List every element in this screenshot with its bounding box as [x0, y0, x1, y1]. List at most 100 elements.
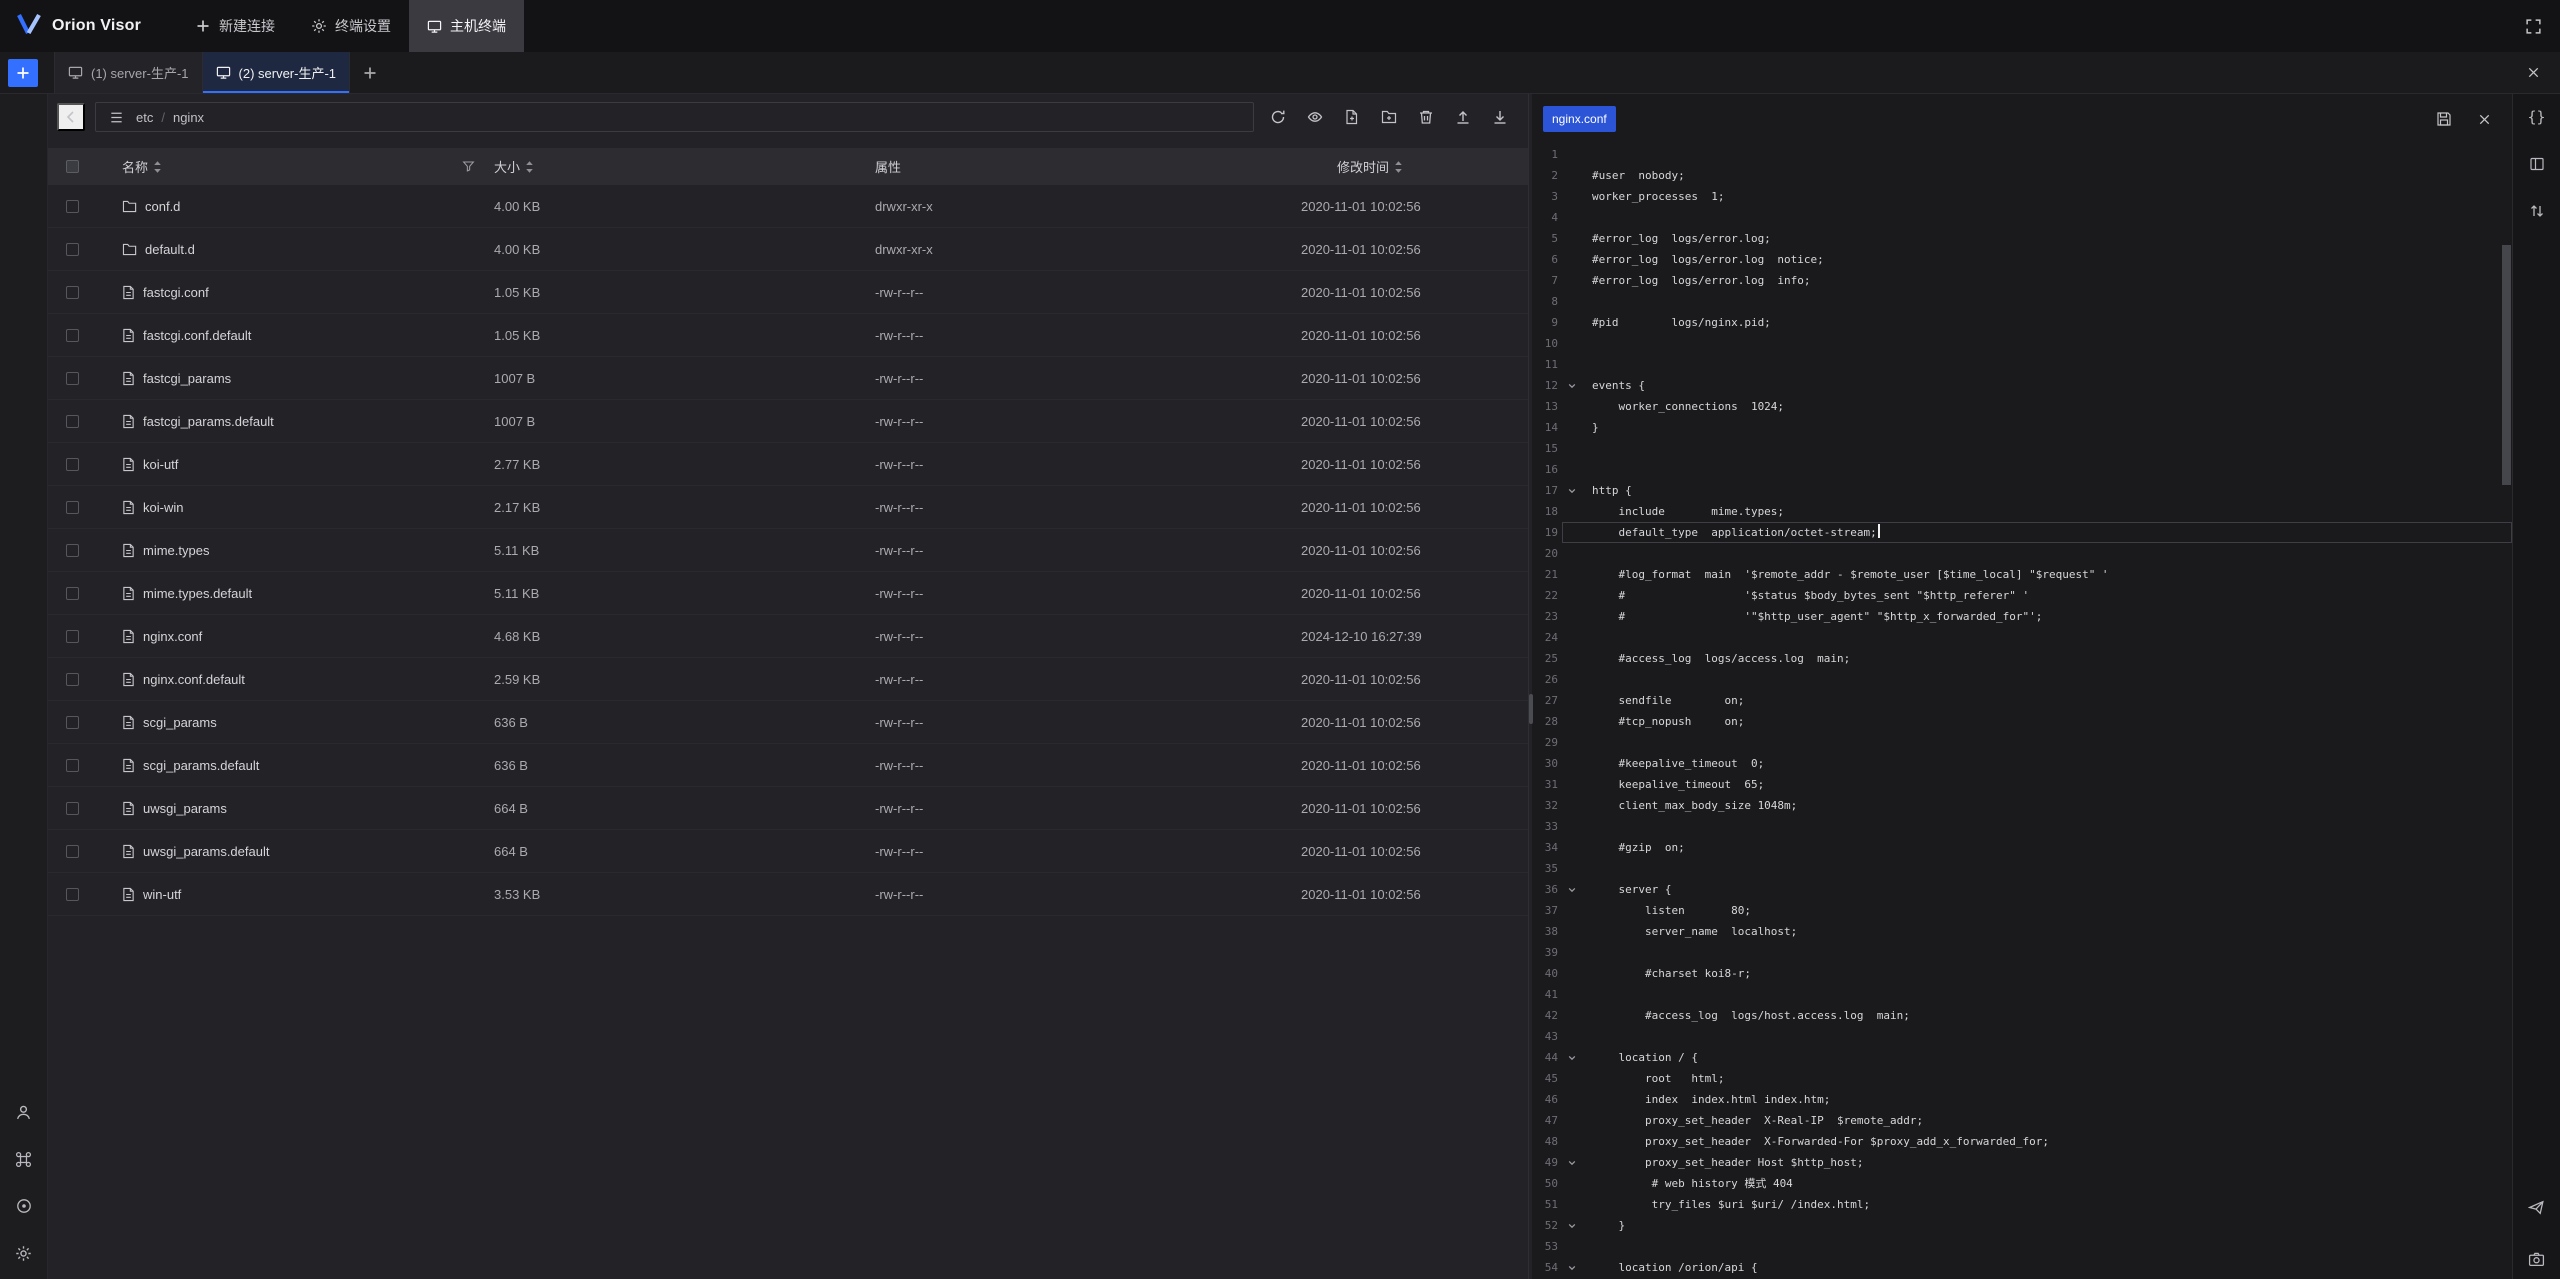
upload-icon[interactable] [1449, 103, 1477, 131]
file-name[interactable]: default.d [145, 242, 195, 257]
sort-carets-icon[interactable] [1394, 160, 1403, 174]
sort-carets-icon[interactable] [525, 160, 534, 174]
row-checkbox[interactable] [66, 458, 79, 471]
column-header-mtime[interactable]: 修改时间 [1301, 148, 1528, 185]
file-name[interactable]: uwsgi_params.default [143, 844, 269, 859]
path-crumb[interactable]: etc [136, 110, 153, 125]
layout-icon[interactable] [2522, 149, 2552, 179]
file-row[interactable]: uwsgi_params664 B-rw-r--r--2020-11-01 10… [48, 787, 1528, 830]
file-name[interactable]: nginx.conf.default [143, 672, 245, 687]
row-checkbox[interactable] [66, 888, 79, 901]
fold-chevron-icon[interactable] [1562, 1047, 1582, 1068]
back-icon[interactable] [57, 103, 85, 131]
download-icon[interactable] [1486, 103, 1514, 131]
row-checkbox[interactable] [66, 329, 79, 342]
path-bar[interactable]: etc/nginx [95, 102, 1254, 132]
row-checkbox[interactable] [66, 673, 79, 686]
file-name[interactable]: nginx.conf [143, 629, 202, 644]
row-checkbox[interactable] [66, 630, 79, 643]
row-checkbox[interactable] [66, 200, 79, 213]
file-row[interactable]: koi-win2.17 KB-rw-r--r--2020-11-01 10:02… [48, 486, 1528, 529]
list-view-icon[interactable] [106, 107, 126, 127]
file-row[interactable]: nginx.conf4.68 KB-rw-r--r--2024-12-10 16… [48, 615, 1528, 658]
file-row[interactable]: fastcgi_params1007 B-rw-r--r--2020-11-01… [48, 357, 1528, 400]
new-folder-icon[interactable] [1375, 103, 1403, 131]
column-header-attr[interactable]: 属性 [875, 148, 1301, 185]
file-row[interactable]: win-utf3.53 KB-rw-r--r--2020-11-01 10:02… [48, 873, 1528, 916]
eye-icon[interactable] [1301, 103, 1329, 131]
file-row[interactable]: uwsgi_params.default664 B-rw-r--r--2020-… [48, 830, 1528, 873]
row-checkbox[interactable] [66, 243, 79, 256]
file-name[interactable]: scgi_params.default [143, 758, 259, 773]
theme-icon[interactable] [9, 1191, 39, 1221]
file-name[interactable]: fastcgi_params.default [143, 414, 274, 429]
trash-icon[interactable] [1412, 103, 1440, 131]
close-editor-icon[interactable] [2471, 106, 2497, 132]
row-checkbox[interactable] [66, 587, 79, 600]
transfer-icon[interactable] [2522, 196, 2552, 226]
fold-chevron-icon[interactable] [1562, 879, 1582, 900]
file-name[interactable]: koi-win [143, 500, 183, 515]
file-row[interactable]: fastcgi.conf1.05 KB-rw-r--r--2020-11-01 … [48, 271, 1528, 314]
sort-carets-icon[interactable] [153, 160, 162, 174]
file-name[interactable]: uwsgi_params [143, 801, 227, 816]
refresh-icon[interactable] [1264, 103, 1292, 131]
select-all-checkbox[interactable] [66, 160, 79, 173]
editor-file-tab[interactable]: nginx.conf [1543, 106, 1616, 132]
file-name[interactable]: win-utf [143, 887, 181, 902]
fold-chevron-icon[interactable] [1562, 1152, 1582, 1173]
send-icon[interactable] [2522, 1192, 2552, 1222]
new-file-icon[interactable] [1338, 103, 1366, 131]
file-name[interactable]: fastcgi.conf.default [143, 328, 251, 343]
terminal-tab[interactable]: (2) server-生产-1 [203, 52, 351, 93]
menu-item-terminal-settings[interactable]: 终端设置 [293, 0, 409, 52]
file-name[interactable]: fastcgi.conf [143, 285, 209, 300]
file-row[interactable]: fastcgi.conf.default1.05 KB-rw-r--r--202… [48, 314, 1528, 357]
fold-chevron-icon[interactable] [1562, 1257, 1582, 1278]
file-row[interactable]: mime.types5.11 KB-rw-r--r--2020-11-01 10… [48, 529, 1528, 572]
screenshot-icon[interactable] [2522, 1244, 2552, 1274]
settings-gear-icon[interactable] [9, 1238, 39, 1268]
fold-chevron-icon[interactable] [1562, 480, 1582, 501]
menu-item-host-terminal[interactable]: 主机终端 [409, 0, 524, 52]
braces-icon[interactable]: {} [2522, 102, 2552, 132]
file-row[interactable]: conf.d4.00 KBdrwxr-xr-x2020-11-01 10:02:… [48, 185, 1528, 228]
file-row[interactable]: scgi_params.default636 B-rw-r--r--2020-1… [48, 744, 1528, 787]
editor-scrollbar-thumb[interactable] [2502, 245, 2511, 485]
file-name[interactable]: fastcgi_params [143, 371, 231, 386]
file-row[interactable]: nginx.conf.default2.59 KB-rw-r--r--2020-… [48, 658, 1528, 701]
row-checkbox[interactable] [66, 759, 79, 772]
file-row[interactable]: scgi_params636 B-rw-r--r--2020-11-01 10:… [48, 701, 1528, 744]
new-terminal-button[interactable] [8, 59, 38, 87]
file-row[interactable]: fastcgi_params.default1007 B-rw-r--r--20… [48, 400, 1528, 443]
filter-funnel-icon[interactable] [462, 160, 475, 173]
row-checkbox[interactable] [66, 501, 79, 514]
fullscreen-icon[interactable] [2520, 13, 2546, 39]
file-name[interactable]: scgi_params [143, 715, 217, 730]
save-icon[interactable] [2431, 106, 2457, 132]
add-tab-icon[interactable] [356, 59, 384, 87]
fold-chevron-icon[interactable] [1562, 375, 1582, 396]
row-checkbox[interactable] [66, 544, 79, 557]
row-checkbox[interactable] [66, 415, 79, 428]
terminal-tab[interactable]: (1) server-生产-1 [54, 52, 203, 93]
fold-chevron-icon[interactable] [1562, 1215, 1582, 1236]
row-checkbox[interactable] [66, 372, 79, 385]
row-checkbox[interactable] [66, 716, 79, 729]
user-icon[interactable] [9, 1097, 39, 1127]
row-checkbox[interactable] [66, 845, 79, 858]
menu-item-new-connection[interactable]: 新建连接 [177, 0, 293, 52]
file-row[interactable]: default.d4.00 KBdrwxr-xr-x2020-11-01 10:… [48, 228, 1528, 271]
row-checkbox[interactable] [66, 286, 79, 299]
file-row[interactable]: koi-utf2.77 KB-rw-r--r--2020-11-01 10:02… [48, 443, 1528, 486]
path-crumb[interactable]: nginx [173, 110, 204, 125]
file-name[interactable]: conf.d [145, 199, 180, 214]
file-name[interactable]: mime.types.default [143, 586, 252, 601]
close-panel-icon[interactable] [2520, 60, 2546, 86]
row-checkbox[interactable] [66, 802, 79, 815]
column-header-size[interactable]: 大小 [494, 148, 875, 185]
column-header-name[interactable]: 名称 [96, 148, 494, 185]
file-name[interactable]: koi-utf [143, 457, 178, 472]
code-editor[interactable]: 12#user nobody;3worker_processes 1;45#er… [1532, 144, 2512, 1279]
file-row[interactable]: mime.types.default5.11 KB-rw-r--r--2020-… [48, 572, 1528, 615]
